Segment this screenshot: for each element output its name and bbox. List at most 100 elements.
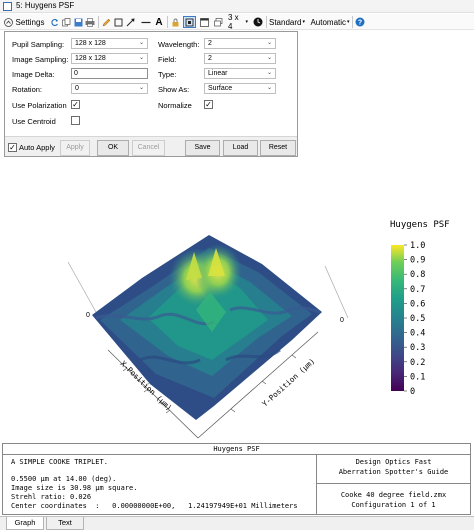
settings-toggle-button[interactable]: Settings bbox=[2, 16, 46, 28]
colorbar-tick-label: 0.1 bbox=[410, 372, 425, 382]
colorbar-tick-label: 0.3 bbox=[410, 343, 425, 353]
line-icon bbox=[141, 21, 151, 23]
wavelength-info: 0.5500 µm at 14.00 (deg). bbox=[11, 475, 117, 483]
chevron-down-icon: ⌄ bbox=[266, 70, 272, 76]
window-icon bbox=[199, 17, 209, 27]
line-tool-button[interactable] bbox=[140, 16, 152, 28]
colorbar-title: Huygens PSF bbox=[390, 220, 450, 230]
image-sampling-select[interactable]: 128 x 128 ⌄ bbox=[71, 53, 148, 64]
auto-apply-checkbox[interactable]: ✓ bbox=[8, 143, 17, 152]
colorbar-tick-label: 0.7 bbox=[410, 285, 425, 295]
wavelength-value: 2 bbox=[208, 40, 212, 47]
axis-frame-left bbox=[67, 261, 97, 313]
use-polarization-checkbox[interactable]: ✓ bbox=[71, 100, 80, 109]
rectangle-icon bbox=[114, 18, 122, 26]
colorbar-ticks: 1.0 0.9 0.8 0.7 0.6 0.5 0.4 0.3 0.2 0.1 0 bbox=[404, 241, 425, 397]
rotation-select[interactable]: 0 ⌄ bbox=[71, 83, 148, 94]
title-bar: 5: Huygens PSF bbox=[0, 0, 474, 13]
checkmark-icon: ✓ bbox=[205, 100, 212, 109]
help-icon: ? bbox=[355, 17, 365, 27]
normalize-checkbox[interactable]: ✓ bbox=[204, 100, 213, 109]
lock-button[interactable] bbox=[170, 16, 180, 28]
chevron-down-icon: ⌄ bbox=[138, 85, 144, 91]
dropdown-caret-icon: ▾ bbox=[245, 19, 248, 25]
printer-icon bbox=[85, 17, 95, 27]
window-icon bbox=[3, 2, 12, 11]
chevron-down-icon: ⌄ bbox=[266, 85, 272, 91]
field-value: 2 bbox=[208, 55, 212, 62]
refresh-button[interactable] bbox=[49, 16, 59, 28]
clock-icon bbox=[253, 17, 263, 27]
design-subtitle: Aberration Spotter's Guide bbox=[338, 468, 449, 476]
floppy-icon bbox=[74, 18, 82, 26]
y-axis-label: Y-Position (µm) bbox=[260, 356, 316, 408]
type-label: Type: bbox=[158, 70, 177, 79]
tab-text[interactable]: Text bbox=[46, 517, 84, 530]
clock-button[interactable] bbox=[253, 16, 263, 28]
dropdown-caret-icon: ▾ bbox=[302, 19, 305, 25]
colorbar-tick-label: 0 bbox=[410, 387, 415, 397]
layout-dropdown[interactable]: 3 x 4 ▾ bbox=[228, 13, 248, 31]
settings-panel: Pupil Sampling: 128 x 128 ⌄ Image Samplin… bbox=[4, 31, 298, 157]
view-tabs: Graph Text bbox=[0, 516, 474, 530]
pupil-sampling-value: 128 x 128 bbox=[75, 40, 106, 47]
image-delta-input[interactable]: 0 bbox=[71, 68, 148, 79]
automatic-dropdown[interactable]: Automatic ▾ bbox=[309, 16, 351, 28]
window-layout-button[interactable] bbox=[199, 16, 209, 28]
fit-view-button[interactable] bbox=[183, 16, 196, 28]
save-button[interactable]: Save bbox=[185, 140, 220, 156]
pupil-sampling-label: Pupil Sampling: bbox=[12, 40, 65, 49]
chevron-down-icon: ⌄ bbox=[138, 55, 144, 61]
load-button[interactable]: Load bbox=[223, 140, 258, 156]
copy-button[interactable] bbox=[61, 16, 71, 28]
print-button[interactable] bbox=[85, 16, 95, 28]
arrow-tool-button[interactable] bbox=[125, 16, 137, 28]
chevron-down-icon: ⌄ bbox=[266, 55, 272, 61]
image-delta-label: Image Delta: bbox=[12, 70, 55, 79]
apply-button[interactable]: Apply bbox=[60, 140, 90, 156]
text-panel: Huygens PSF A SIMPLE COOKE TRIPLET. 0.55… bbox=[2, 443, 471, 515]
image-sampling-value: 128 x 128 bbox=[75, 55, 106, 62]
settings-label: Settings bbox=[15, 17, 45, 27]
design-title: Design Optics Fast bbox=[355, 458, 432, 466]
help-button[interactable]: ? bbox=[355, 16, 365, 28]
stack-button[interactable] bbox=[213, 16, 223, 28]
ok-button[interactable]: OK bbox=[97, 140, 129, 156]
standard-dropdown[interactable]: Standard ▾ bbox=[268, 16, 306, 28]
rectangle-tool-button[interactable] bbox=[113, 16, 123, 28]
text-icon: A bbox=[155, 16, 163, 28]
tab-graph[interactable]: Graph bbox=[6, 517, 44, 530]
standard-label: Standard bbox=[269, 17, 302, 27]
chevron-up-icon bbox=[3, 17, 13, 27]
show-as-select[interactable]: Surface ⌄ bbox=[204, 83, 276, 94]
button-bar: ✓ Auto Apply Apply OK Cancel Save Load R… bbox=[5, 136, 297, 156]
system-title: A SIMPLE COOKE TRIPLET. bbox=[11, 458, 108, 466]
left-corner-label: 0 bbox=[86, 312, 90, 319]
save-file-button[interactable] bbox=[73, 16, 83, 28]
automatic-label: Automatic bbox=[310, 17, 347, 27]
wavelength-label: Wavelength: bbox=[158, 40, 200, 49]
file-name: Cooke 40 degree field.zmx bbox=[340, 491, 447, 499]
text-tool-button[interactable]: A bbox=[154, 16, 164, 28]
cancel-button[interactable]: Cancel bbox=[132, 140, 165, 156]
normalize-label: Normalize bbox=[158, 101, 192, 110]
colorbar-tick-label: 0.6 bbox=[410, 299, 425, 309]
lock-icon bbox=[172, 18, 178, 26]
window-title: 5: Huygens PSF bbox=[16, 1, 75, 10]
checkmark-icon: ✓ bbox=[9, 143, 16, 152]
colorbar-tick-label: 1.0 bbox=[410, 241, 425, 251]
pencil-tool-button[interactable] bbox=[101, 16, 111, 28]
reset-button[interactable]: Reset bbox=[260, 140, 296, 156]
use-centroid-checkbox[interactable] bbox=[71, 116, 80, 125]
show-as-value: Surface bbox=[208, 85, 233, 92]
rotation-label: Rotation: bbox=[12, 85, 43, 94]
field-select[interactable]: 2 ⌄ bbox=[204, 53, 276, 64]
colorbar-tick-label: 0.2 bbox=[410, 358, 425, 368]
type-select[interactable]: Linear ⌄ bbox=[204, 68, 276, 79]
image-size-info: Image size is 30.98 µm square. bbox=[11, 484, 138, 492]
pupil-sampling-select[interactable]: 128 x 128 ⌄ bbox=[71, 38, 148, 49]
psf-surface-plot: 0 0 X-Position (µm) Y-Position (µm) Huyg… bbox=[67, 220, 450, 439]
wavelength-select[interactable]: 2 ⌄ bbox=[204, 38, 276, 49]
colorbar-tick-label: 0.8 bbox=[410, 270, 425, 280]
colorbar-tick-label: 0.9 bbox=[410, 256, 425, 266]
